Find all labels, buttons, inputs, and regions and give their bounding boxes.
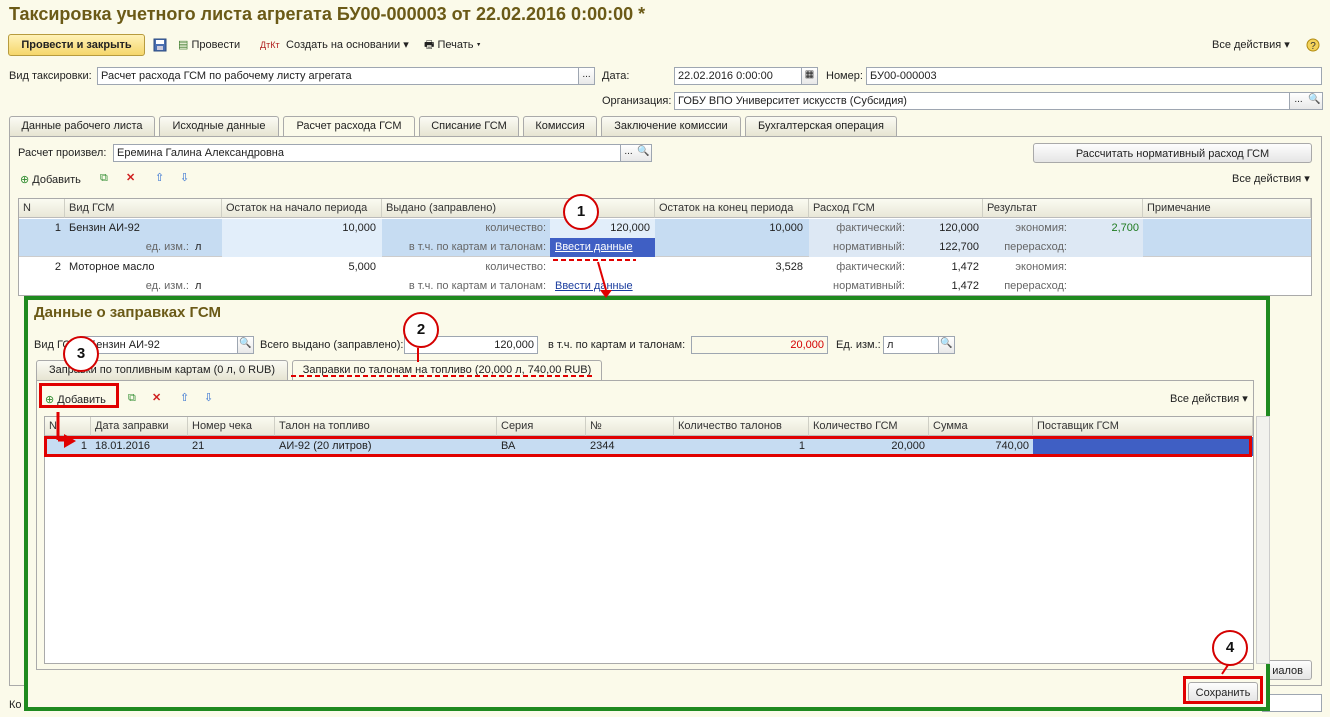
callout-2: 2 — [403, 312, 439, 348]
callout-4: 4 — [1212, 630, 1248, 666]
callout-3: 3 — [63, 336, 99, 372]
callout-1: 1 — [563, 194, 599, 230]
annotation-arrows — [56, 259, 1231, 675]
